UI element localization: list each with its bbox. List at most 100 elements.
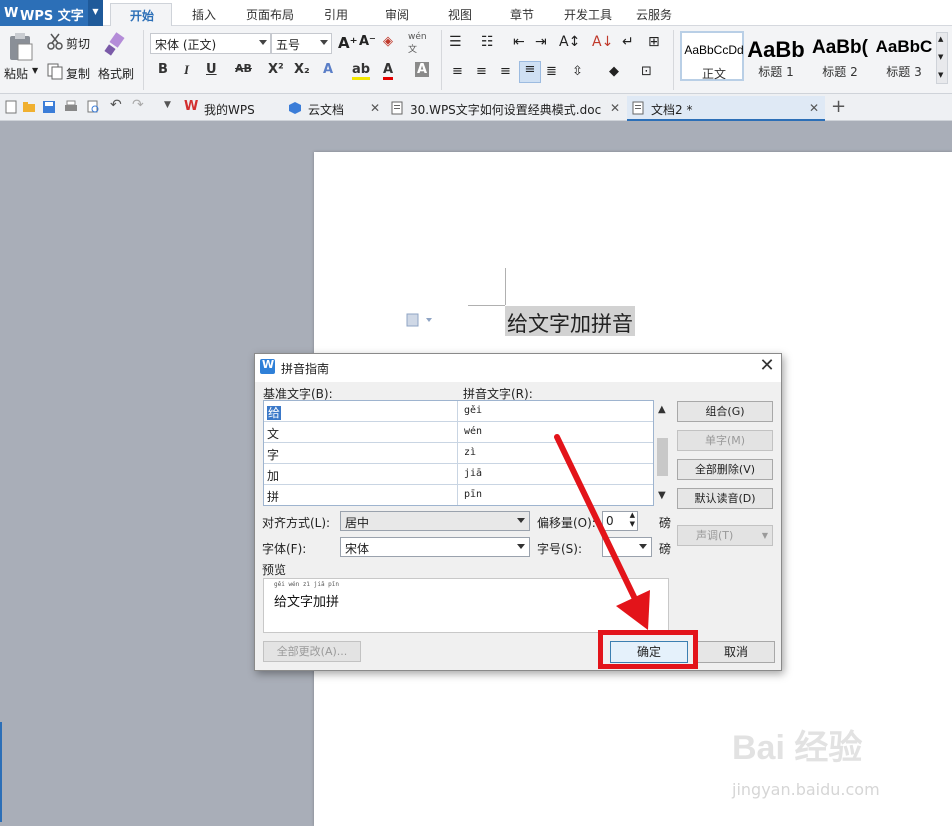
new-file-icon[interactable] <box>4 100 18 114</box>
base-text-field[interactable]: 拼 <box>264 485 458 505</box>
ruby-text-field[interactable]: gěi <box>459 401 653 421</box>
chevron-up-icon[interactable]: ▲ <box>658 404 666 415</box>
numbered-list-icon[interactable]: ☷ <box>481 34 494 50</box>
copy-button[interactable]: 复制 <box>66 65 90 82</box>
borders-icon[interactable]: ⊡ <box>641 64 652 79</box>
dialog-title-bar[interactable]: W 拼音指南 ✕ <box>255 354 781 382</box>
char-spacing-icon[interactable]: A↕ <box>559 34 580 50</box>
tab-page-layout[interactable]: 页面布局 <box>246 6 294 23</box>
chevron-down-icon[interactable]: ▼ <box>88 0 103 26</box>
tab-cloud-service[interactable]: 云服务 <box>636 6 672 23</box>
save-icon[interactable] <box>42 100 56 114</box>
close-icon[interactable]: ✕ <box>809 101 819 115</box>
subscript-icon[interactable]: X₂ <box>294 62 310 77</box>
print-preview-icon[interactable] <box>86 100 100 114</box>
group-button[interactable]: 组合(G) <box>677 401 773 422</box>
copy-icon[interactable] <box>46 62 64 80</box>
sort-icon[interactable]: A↓ <box>592 34 613 50</box>
paste-button[interactable]: 粘贴 <box>4 65 28 82</box>
font-size-select[interactable]: 五号 <box>271 33 332 54</box>
base-text-field[interactable]: 文 <box>264 422 458 442</box>
cancel-button[interactable]: 取消 <box>697 641 775 663</box>
ruby-text-field[interactable]: pīn <box>459 485 653 505</box>
increase-indent-icon[interactable]: ⇥ <box>535 34 547 50</box>
selected-text[interactable]: 给文字加拼音 <box>505 306 635 336</box>
highlight-icon[interactable]: ab <box>352 62 371 80</box>
chevron-down-icon[interactable]: ▼ <box>938 53 943 61</box>
chevron-down-icon[interactable]: ▼ <box>32 66 38 75</box>
pinyin-guide-icon[interactable]: wén 文 <box>408 32 427 55</box>
decrease-indent-icon[interactable]: ⇤ <box>513 34 525 50</box>
base-text-field[interactable]: 加 <box>264 464 458 484</box>
strikethrough-icon[interactable]: AB <box>235 62 252 75</box>
justify-icon[interactable]: ≡ <box>519 61 541 83</box>
app-menu-button[interactable]: W WPS 文字 ▼ <box>0 0 103 26</box>
format-painter-icon[interactable] <box>104 32 128 56</box>
show-marks-icon[interactable]: ↵ <box>622 34 634 50</box>
paragraph-shading-icon[interactable]: ◆ <box>609 64 619 79</box>
tab-references[interactable]: 引用 <box>324 6 348 23</box>
chevron-up-icon[interactable]: ▲ <box>938 35 943 43</box>
offset-input[interactable]: 0 ▲ ▼ <box>602 511 638 531</box>
italic-icon[interactable]: I <box>184 62 189 78</box>
tab-developer[interactable]: 开发工具 <box>564 6 612 23</box>
tab-view[interactable]: 视图 <box>448 6 472 23</box>
redo-icon[interactable]: ↷ <box>132 97 144 113</box>
table-scrollbar[interactable]: ▲ ▼ <box>655 400 671 506</box>
superscript-icon[interactable]: X² <box>268 62 284 77</box>
cut-button[interactable]: 剪切 <box>66 35 90 52</box>
paste-icon[interactable] <box>8 32 34 62</box>
change-all-button[interactable]: 全部更改(A)... <box>263 641 361 662</box>
chevron-down-icon[interactable]: ▼ <box>164 100 171 110</box>
scissors-icon[interactable] <box>46 33 64 51</box>
table-icon[interactable]: ⊞ <box>648 34 660 50</box>
open-folder-icon[interactable] <box>22 100 36 114</box>
tab-insert[interactable]: 插入 <box>192 6 216 23</box>
base-text-field[interactable]: 给 <box>264 401 458 421</box>
scroll-thumb[interactable] <box>657 438 668 476</box>
styles-scrollbar[interactable]: ▲ ▼ ▼ <box>936 32 948 84</box>
style-heading-3[interactable]: AaBbC 标题 3 <box>872 31 936 81</box>
bold-icon[interactable]: B <box>158 62 168 77</box>
undo-icon[interactable]: ↶ <box>110 97 122 113</box>
shrink-font-icon[interactable]: A⁻ <box>359 34 376 49</box>
format-painter-button[interactable]: 格式刷 <box>98 65 134 82</box>
distributed-icon[interactable]: ≣ <box>546 64 557 79</box>
underline-icon[interactable]: U <box>206 62 217 77</box>
single-char-button[interactable]: 单字(M) <box>677 430 773 451</box>
tone-button[interactable]: 声调(T) ▼ <box>677 525 773 546</box>
tab-chapter[interactable]: 章节 <box>510 6 534 23</box>
tab-cloud-docs[interactable]: 云文档 ✕ <box>284 96 384 121</box>
line-spacing-icon[interactable]: ⇳ <box>572 64 583 79</box>
close-icon[interactable]: ✕ <box>757 357 777 377</box>
default-reading-button[interactable]: 默认读音(D) <box>677 488 773 509</box>
clear-format-icon[interactable]: ◈ <box>383 34 393 49</box>
char-shading-icon[interactable]: A <box>415 62 430 77</box>
ruby-text-field[interactable]: zì <box>459 443 653 463</box>
clear-all-button[interactable]: 全部删除(V) <box>677 459 773 480</box>
ruby-text-field[interactable]: wén <box>459 422 653 442</box>
paragraph-layout-icon[interactable] <box>406 313 432 327</box>
grow-font-icon[interactable]: A⁺ <box>338 34 358 52</box>
tab-review[interactable]: 审阅 <box>385 6 409 23</box>
tab-home[interactable]: 开始 <box>110 3 172 27</box>
style-normal[interactable]: AaBbCcDd 正文 <box>680 31 744 81</box>
expand-icon[interactable]: ▼ <box>938 71 943 79</box>
align-right-icon[interactable]: ≡ <box>500 64 511 79</box>
close-icon[interactable]: ✕ <box>610 101 620 115</box>
align-left-icon[interactable]: ≡ <box>452 64 463 79</box>
tab-document-30[interactable]: 30.WPS文字如何设置经典模式.doc ✕ <box>386 96 626 121</box>
align-select[interactable]: 居中 <box>340 511 530 531</box>
chevron-down-icon[interactable]: ▼ <box>658 490 666 501</box>
style-heading-1[interactable]: AaBb 标题 1 <box>744 31 808 81</box>
align-center-icon[interactable]: ≡ <box>476 64 487 79</box>
font-select[interactable]: 宋体 <box>340 537 530 557</box>
print-icon[interactable] <box>64 100 78 114</box>
close-icon[interactable]: ✕ <box>370 101 380 115</box>
new-tab-icon[interactable]: + <box>831 96 846 117</box>
style-heading-2[interactable]: AaBb( 标题 2 <box>808 31 872 81</box>
size-select[interactable] <box>602 537 652 557</box>
spinner-icon[interactable]: ▲ ▼ <box>630 511 635 529</box>
bullet-list-icon[interactable]: ☰ <box>449 34 462 50</box>
base-text-field[interactable]: 字 <box>264 443 458 463</box>
